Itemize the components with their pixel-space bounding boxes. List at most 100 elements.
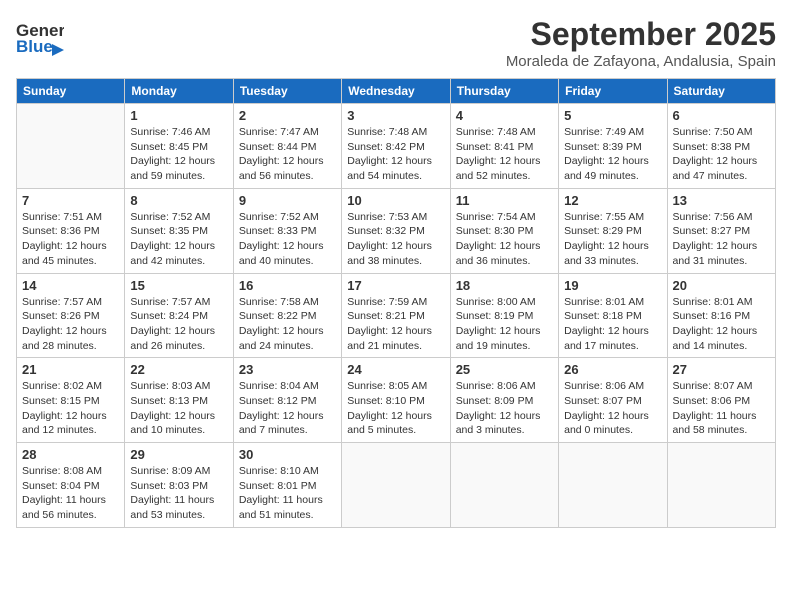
day-number: 13 [673,193,770,208]
calendar-week-row: 7Sunrise: 7:51 AM Sunset: 8:36 PM Daylig… [17,188,776,273]
day-number: 5 [564,108,661,123]
day-number: 10 [347,193,444,208]
calendar-table: SundayMondayTuesdayWednesdayThursdayFrid… [16,78,776,528]
calendar-cell: 28 Sunrise: 8:08 AM Sunset: 8:04 PM Dayli… [17,443,125,528]
calendar-cell: 12 Sunrise: 7:55 AM Sunset: 8:29 PM Dayli… [559,188,667,273]
title-block: September 2025 Moraleda de Zafayona, And… [506,16,776,70]
day-info: Sunrise: 8:07 AM Sunset: 8:06 PM Dayligh… [673,379,770,438]
day-number: 4 [456,108,553,123]
calendar-cell: 30 Sunrise: 8:10 AM Sunset: 8:01 PM Dayli… [233,443,341,528]
day-number: 27 [673,362,770,377]
day-number: 24 [347,362,444,377]
calendar-header-cell: Tuesday [233,79,341,104]
day-number: 23 [239,362,336,377]
day-info: Sunrise: 7:57 AM Sunset: 8:24 PM Dayligh… [130,295,227,354]
day-info: Sunrise: 8:01 AM Sunset: 8:18 PM Dayligh… [564,295,661,354]
calendar-header-cell: Wednesday [342,79,450,104]
calendar-cell: 20 Sunrise: 8:01 AM Sunset: 8:16 PM Dayli… [667,273,775,358]
calendar-cell [667,443,775,528]
day-info: Sunrise: 8:10 AM Sunset: 8:01 PM Dayligh… [239,464,336,523]
day-number: 7 [22,193,119,208]
calendar-week-row: 1Sunrise: 7:46 AM Sunset: 8:45 PM Daylig… [17,104,776,189]
calendar-header-cell: Monday [125,79,233,104]
day-number: 17 [347,278,444,293]
day-number: 29 [130,447,227,462]
day-number: 14 [22,278,119,293]
day-number: 16 [239,278,336,293]
day-info: Sunrise: 7:56 AM Sunset: 8:27 PM Dayligh… [673,210,770,269]
day-info: Sunrise: 8:01 AM Sunset: 8:16 PM Dayligh… [673,295,770,354]
day-number: 3 [347,108,444,123]
calendar-cell: 4Sunrise: 7:48 AM Sunset: 8:41 PM Daylig… [450,104,558,189]
day-number: 22 [130,362,227,377]
day-info: Sunrise: 7:55 AM Sunset: 8:29 PM Dayligh… [564,210,661,269]
day-info: Sunrise: 7:59 AM Sunset: 8:21 PM Dayligh… [347,295,444,354]
day-info: Sunrise: 8:03 AM Sunset: 8:13 PM Dayligh… [130,379,227,438]
day-info: Sunrise: 8:05 AM Sunset: 8:10 PM Dayligh… [347,379,444,438]
calendar-header-cell: Friday [559,79,667,104]
calendar-cell: 22 Sunrise: 8:03 AM Sunset: 8:13 PM Dayli… [125,358,233,443]
calendar-week-row: 28 Sunrise: 8:08 AM Sunset: 8:04 PM Dayli… [17,443,776,528]
day-info: Sunrise: 7:57 AM Sunset: 8:26 PM Dayligh… [22,295,119,354]
calendar-cell: 18 Sunrise: 8:00 AM Sunset: 8:19 PM Dayli… [450,273,558,358]
day-info: Sunrise: 8:02 AM Sunset: 8:15 PM Dayligh… [22,379,119,438]
calendar-header-cell: Thursday [450,79,558,104]
calendar-cell: 16Sunrise: 7:58 AM Sunset: 8:22 PM Dayli… [233,273,341,358]
calendar-cell: 29 Sunrise: 8:09 AM Sunset: 8:03 PM Dayli… [125,443,233,528]
calendar-week-row: 14 Sunrise: 7:57 AM Sunset: 8:26 PM Dayli… [17,273,776,358]
day-info: Sunrise: 7:50 AM Sunset: 8:38 PM Dayligh… [673,125,770,184]
calendar-cell [450,443,558,528]
day-number: 19 [564,278,661,293]
calendar-cell: 11Sunrise: 7:54 AM Sunset: 8:30 PM Dayli… [450,188,558,273]
day-number: 12 [564,193,661,208]
calendar-cell: 10 Sunrise: 7:53 AM Sunset: 8:32 PM Dayli… [342,188,450,273]
day-info: Sunrise: 8:08 AM Sunset: 8:04 PM Dayligh… [22,464,119,523]
calendar-cell: 14 Sunrise: 7:57 AM Sunset: 8:26 PM Dayli… [17,273,125,358]
day-number: 25 [456,362,553,377]
day-number: 28 [22,447,119,462]
day-number: 11 [456,193,553,208]
calendar-header-cell: Sunday [17,79,125,104]
day-info: Sunrise: 7:53 AM Sunset: 8:32 PM Dayligh… [347,210,444,269]
day-info: Sunrise: 7:49 AM Sunset: 8:39 PM Dayligh… [564,125,661,184]
day-info: Sunrise: 7:46 AM Sunset: 8:45 PM Dayligh… [130,125,227,184]
day-info: Sunrise: 7:52 AM Sunset: 8:33 PM Dayligh… [239,210,336,269]
day-number: 20 [673,278,770,293]
calendar-cell: 8Sunrise: 7:52 AM Sunset: 8:35 PM Daylig… [125,188,233,273]
calendar-cell: 5 Sunrise: 7:49 AM Sunset: 8:39 PM Daylig… [559,104,667,189]
day-info: Sunrise: 8:09 AM Sunset: 8:03 PM Dayligh… [130,464,227,523]
logo: General Blue [16,16,66,60]
calendar-cell: 19 Sunrise: 8:01 AM Sunset: 8:18 PM Dayli… [559,273,667,358]
day-number: 18 [456,278,553,293]
calendar-cell: 13 Sunrise: 7:56 AM Sunset: 8:27 PM Dayli… [667,188,775,273]
svg-text:Blue: Blue [16,37,53,56]
day-info: Sunrise: 7:48 AM Sunset: 8:42 PM Dayligh… [347,125,444,184]
calendar-cell [17,104,125,189]
day-info: Sunrise: 7:52 AM Sunset: 8:35 PM Dayligh… [130,210,227,269]
calendar-cell: 23 Sunrise: 8:04 AM Sunset: 8:12 PM Dayli… [233,358,341,443]
calendar-cell: 21Sunrise: 8:02 AM Sunset: 8:15 PM Dayli… [17,358,125,443]
calendar-header-row: SundayMondayTuesdayWednesdayThursdayFrid… [17,79,776,104]
calendar-cell: 25Sunrise: 8:06 AM Sunset: 8:09 PM Dayli… [450,358,558,443]
calendar-week-row: 21Sunrise: 8:02 AM Sunset: 8:15 PM Dayli… [17,358,776,443]
day-info: Sunrise: 8:06 AM Sunset: 8:07 PM Dayligh… [564,379,661,438]
calendar-cell: 27 Sunrise: 8:07 AM Sunset: 8:06 PM Dayli… [667,358,775,443]
logo-icon: General Blue [16,16,64,60]
calendar-cell: 2 Sunrise: 7:47 AM Sunset: 8:44 PM Daylig… [233,104,341,189]
calendar-cell: 9 Sunrise: 7:52 AM Sunset: 8:33 PM Daylig… [233,188,341,273]
location: Moraleda de Zafayona, Andalusia, Spain [506,53,776,70]
calendar-cell: 17 Sunrise: 7:59 AM Sunset: 8:21 PM Dayli… [342,273,450,358]
calendar-cell: 24 Sunrise: 8:05 AM Sunset: 8:10 PM Dayli… [342,358,450,443]
day-number: 26 [564,362,661,377]
page-header: General Blue September 2025 Moraleda de … [16,16,776,70]
day-number: 9 [239,193,336,208]
calendar-cell: 15Sunrise: 7:57 AM Sunset: 8:24 PM Dayli… [125,273,233,358]
day-number: 2 [239,108,336,123]
calendar-cell [342,443,450,528]
day-number: 30 [239,447,336,462]
day-info: Sunrise: 7:47 AM Sunset: 8:44 PM Dayligh… [239,125,336,184]
calendar-header-cell: Saturday [667,79,775,104]
calendar-body: 1Sunrise: 7:46 AM Sunset: 8:45 PM Daylig… [17,104,776,528]
day-info: Sunrise: 8:04 AM Sunset: 8:12 PM Dayligh… [239,379,336,438]
day-info: Sunrise: 8:00 AM Sunset: 8:19 PM Dayligh… [456,295,553,354]
